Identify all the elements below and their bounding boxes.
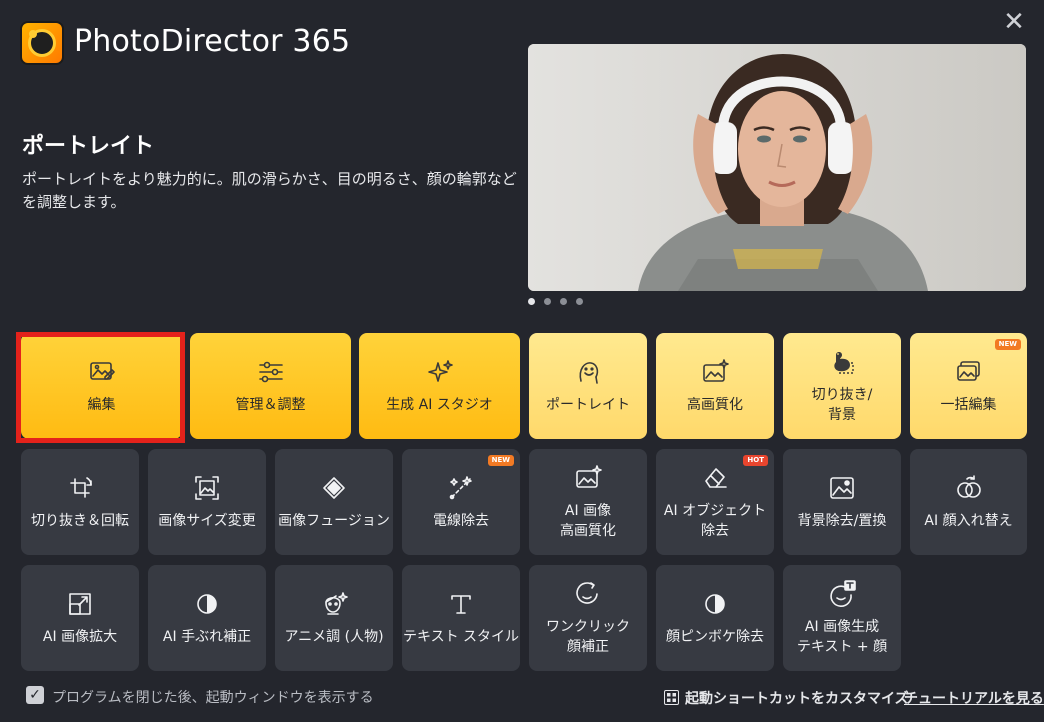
tile-resize[interactable]: 画像サイズ変更 — [148, 449, 266, 555]
carousel-dot[interactable] — [544, 298, 551, 305]
tile-anime-style[interactable]: アニメ調 (人物) — [275, 565, 393, 671]
new-badge: NEW — [487, 455, 514, 466]
tile-label: 高画質化 — [687, 397, 743, 413]
wire-remove-icon — [449, 476, 472, 500]
image-sparkle-icon — [703, 359, 729, 382]
tile-cutout-background[interactable]: 切り抜き/ 背景 — [783, 333, 901, 439]
tile-image-fusion[interactable]: 画像フュージョン — [275, 449, 393, 555]
grid-icon — [664, 690, 679, 705]
tile-label: AI 顔入れ替え — [924, 513, 1013, 529]
tile-ai-deblur[interactable]: AI 手ぶれ補正 — [148, 565, 266, 671]
tile-text-style[interactable]: テキスト スタイル — [402, 565, 520, 671]
half-circle-icon — [705, 594, 725, 614]
tile-ai-upscale[interactable]: AI 画像拡大 — [21, 565, 139, 671]
carousel-dots — [528, 298, 583, 305]
tile-label: AI 手ぶれ補正 — [162, 629, 252, 645]
tile-label: AI 画像拡大 — [42, 629, 118, 645]
tile-label: 切り抜き＆回転 — [31, 513, 129, 529]
text-face-icon — [830, 580, 856, 607]
text-icon — [451, 595, 471, 614]
tile-label: AI 画像 高画質化 — [560, 503, 616, 539]
tile-label: 背景除去/置換 — [797, 513, 887, 529]
carousel-dot[interactable] — [560, 298, 567, 305]
fusion-icon — [323, 477, 345, 499]
show-on-close-label: プログラムを閉じた後、起動ウィンドウを表示する — [52, 690, 374, 706]
anime-face-icon — [325, 592, 348, 615]
expand-icon — [69, 593, 91, 615]
image-sparkle-icon — [576, 465, 602, 488]
half-circle-icon — [197, 594, 217, 614]
tile-label: 管理＆調整 — [235, 397, 306, 413]
sliders-icon — [258, 361, 283, 383]
tile-label: 顔ピンボケ除去 — [666, 629, 764, 645]
tile-label: ポートレイト — [546, 397, 630, 413]
tile-manage-adjust[interactable]: 管理＆調整 — [190, 333, 351, 439]
tile-face-deblur[interactable]: 顔ピンボケ除去 — [656, 565, 774, 671]
tile-label: AI オブジェクト 除去 — [663, 503, 767, 539]
sparkles-icon — [427, 360, 453, 382]
tile-label: 画像サイズ変更 — [158, 513, 256, 529]
new-badge: NEW — [994, 339, 1021, 350]
tile-label: 切り抜き/ 背景 — [811, 387, 873, 423]
carousel-dot[interactable] — [576, 298, 583, 305]
tile-label: テキスト スタイル — [402, 629, 520, 645]
show-on-close-checkbox[interactable]: ✓ — [26, 686, 44, 704]
tile-label: 生成 AI スタジオ — [386, 397, 493, 413]
tile-batch-edit[interactable]: NEW 一括編集 — [910, 333, 1027, 439]
feature-description: ポートレイトをより魅力的に。肌の滑らかさ、目の明るさ、顔の輪郭などを調整します。 — [22, 170, 517, 211]
eraser-icon — [705, 468, 727, 488]
app-logo-icon — [20, 21, 64, 65]
tile-label: 編集 — [87, 397, 116, 413]
tile-ai-face-swap[interactable]: AI 顔入れ替え — [910, 449, 1027, 555]
batch-images-icon — [956, 361, 980, 381]
feature-title: ポートレイト — [22, 134, 155, 159]
cutout-duck-icon — [834, 352, 854, 374]
resize-icon — [195, 476, 219, 500]
tile-ai-image-gen[interactable]: AI 画像生成 テキスト + 顔 — [783, 565, 901, 671]
face-swap-icon — [956, 475, 981, 498]
tile-edit[interactable]: 編集 — [21, 333, 182, 439]
carousel-dot[interactable] — [528, 298, 535, 305]
one-click-face-icon — [576, 582, 598, 604]
tile-bg-remove-replace[interactable]: 背景除去/置換 — [783, 449, 901, 555]
tile-label: 電線除去 — [433, 513, 489, 529]
tile-one-click-face[interactable]: ワンクリック 顔補正 — [529, 565, 647, 671]
hot-badge: HOT — [743, 455, 768, 466]
tile-gen-ai-studio[interactable]: 生成 AI スタジオ — [359, 333, 520, 439]
photo-edit-icon — [89, 362, 115, 380]
tile-wire-removal[interactable]: NEW 電線除去 — [402, 449, 520, 555]
tile-label: 一括編集 — [940, 397, 997, 413]
tile-label: アニメ調 (人物) — [284, 629, 384, 645]
tile-label: ワンクリック 顔補正 — [546, 619, 630, 655]
app-title: PhotoDirector 365 — [74, 24, 351, 59]
tile-portrait[interactable]: ポートレイト — [529, 333, 647, 439]
tile-label: 画像フュージョン — [278, 513, 390, 529]
crop-rotate-icon — [70, 477, 92, 498]
tile-ai-object-removal[interactable]: HOT AI オブジェクト 除去 — [656, 449, 774, 555]
background-icon — [830, 477, 854, 499]
customize-shortcut-link[interactable]: 起動ショートカットをカスタマイズ — [685, 688, 909, 708]
tile-crop-rotate[interactable]: 切り抜き＆回転 — [21, 449, 139, 555]
hero-portrait-illustration — [528, 44, 1026, 291]
launcher-window: PhotoDirector 365 ✕ ポートレイト ポートレイトをより魅力的に… — [0, 0, 1044, 722]
close-icon[interactable]: ✕ — [1000, 8, 1028, 36]
tile-enhance[interactable]: 高画質化 — [656, 333, 774, 439]
tutorial-link[interactable]: チュートリアルを見る — [904, 688, 1044, 708]
tile-label: AI 画像生成 テキスト + 顔 — [796, 619, 888, 655]
face-icon — [579, 362, 599, 384]
hero-image[interactable] — [528, 44, 1026, 291]
tile-ai-enhance[interactable]: AI 画像 高画質化 — [529, 449, 647, 555]
